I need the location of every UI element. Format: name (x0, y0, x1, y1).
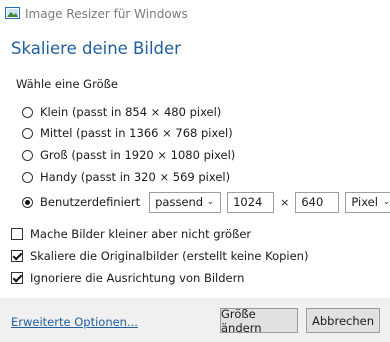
radio-small-label: Klein (passt in 854 × 480 pixel) (40, 105, 222, 119)
radio-phone[interactable]: Handy (passt in 320 × 569 pixel) (22, 168, 230, 186)
height-input[interactable]: 640 (295, 191, 340, 213)
radio-phone-label: Handy (passt in 320 × 569 pixel) (40, 170, 231, 184)
unit-value: Pixel (351, 195, 378, 209)
radio-button[interactable] (22, 127, 33, 139)
unit-select[interactable]: Pixel ⌄ (345, 191, 390, 213)
radio-custom[interactable] (22, 196, 33, 208)
checkbox-replace-originals[interactable]: Skaliere die Originalbilder (erstellt ke… (11, 248, 308, 264)
height-value: 640 (301, 195, 324, 209)
radio-large-label: Groß (passt in 1920 × 1080 pixel) (40, 148, 236, 162)
checkbox-replace-originals-label: Skaliere die Originalbilder (erstellt ke… (30, 249, 309, 263)
times-sign: × (280, 195, 290, 209)
resize-button[interactable]: Größe ändern (220, 307, 298, 335)
image-resizer-app-icon (5, 7, 20, 19)
radio-large[interactable]: Groß (passt in 1920 × 1080 pixel) (22, 146, 235, 164)
chevron-down-icon: ⌄ (382, 196, 390, 207)
radio-custom-label: Benutzerdefiniert (40, 195, 141, 209)
radio-medium-label: Mittel (passt in 1366 × 768 pixel) (40, 126, 233, 140)
size-group-label: Wähle eine Größe (16, 77, 118, 91)
width-input[interactable]: 1024 (227, 191, 275, 213)
checkbox-shrink-only[interactable]: Mache Bilder kleiner aber nicht größer (11, 226, 251, 242)
checkbox-ignore-orientation-label: Ignoriere die Ausrichtung von Bildern (30, 271, 245, 285)
radio-medium[interactable]: Mittel (passt in 1366 × 768 pixel) (22, 124, 233, 142)
checkbox-shrink-only-label: Mache Bilder kleiner aber nicht größer (30, 227, 252, 241)
checkbox[interactable] (11, 272, 23, 284)
radio-small[interactable]: Klein (passt in 854 × 480 pixel) (22, 103, 221, 121)
checkbox[interactable] (11, 228, 23, 240)
checkbox[interactable] (11, 250, 23, 262)
radio-button[interactable] (22, 106, 33, 118)
cancel-button[interactable]: Abbrechen (306, 308, 380, 333)
advanced-options-link[interactable]: Erweiterte Optionen... (11, 315, 138, 329)
chevron-down-icon: ⌄ (206, 196, 215, 207)
title-bar: Image Resizer für Windows (0, 0, 390, 30)
width-value: 1024 (233, 195, 263, 209)
fit-mode-select[interactable]: passend ⌄ (149, 191, 222, 213)
checkbox-ignore-orientation[interactable]: Ignoriere die Ausrichtung von Bildern (11, 270, 244, 286)
radio-button[interactable] (22, 171, 33, 183)
radio-button[interactable] (22, 149, 33, 161)
fit-mode-value: passend (155, 195, 204, 209)
window-title: Image Resizer für Windows (25, 7, 188, 21)
page-heading: Skaliere deine Bilder (11, 39, 181, 58)
custom-size-row: Benutzerdefiniert passend ⌄ 1024 × 640 P… (22, 191, 390, 213)
